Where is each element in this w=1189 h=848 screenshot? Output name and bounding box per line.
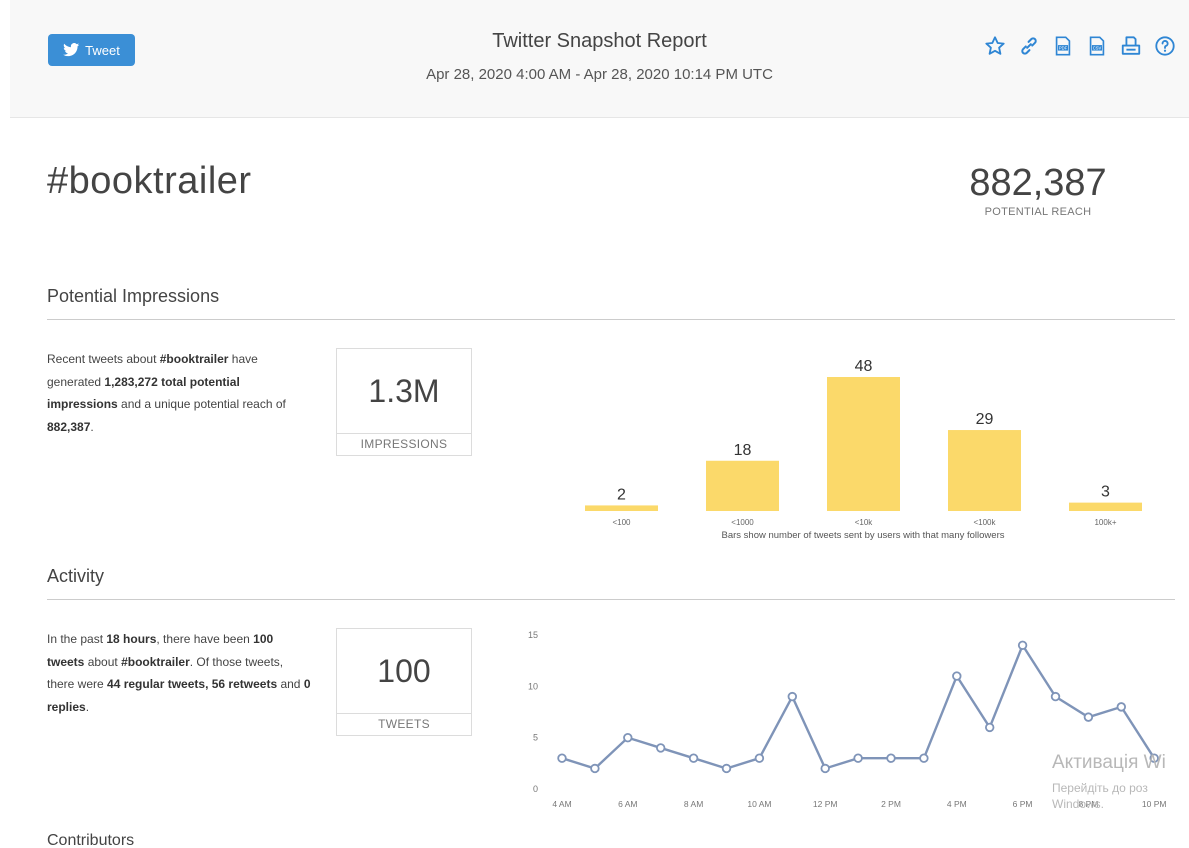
hashtag-title: #booktrailer <box>47 160 252 202</box>
x-tick-label: 4 AM <box>552 799 571 809</box>
report-header: Tweet Twitter Snapshot Report Apr 28, 20… <box>10 0 1189 118</box>
x-tick-label: 4 PM <box>947 799 967 809</box>
impressions-divider <box>47 319 1175 320</box>
data-point <box>985 722 995 733</box>
impressions-stat-box: 1.3M IMPRESSIONS <box>336 348 472 456</box>
tweets-stat-label: TWEETS <box>337 713 471 735</box>
data-point <box>820 763 830 774</box>
bar <box>948 430 1021 511</box>
bar-value-label: 48 <box>855 358 873 375</box>
contributors-section-title: Contributors <box>47 832 135 848</box>
svg-text:CSV: CSV <box>1093 45 1102 50</box>
windows-activation-hint: Перейдіть до роз Windows. <box>1052 781 1148 811</box>
data-point <box>853 753 863 763</box>
activity-section-title: Activity <box>47 566 105 586</box>
followers-bar-chart: 2 <100 18 <1000 48 <10k 29 <100k 3 100k+ Bars show… <box>585 358 1142 541</box>
data-point <box>623 732 633 743</box>
pdf-download-button[interactable]: PDF <box>1051 34 1075 58</box>
csv-icon: CSV <box>1089 36 1105 56</box>
share-link-button[interactable] <box>1017 34 1041 58</box>
svg-text:PDF: PDF <box>1059 45 1068 50</box>
tweets-stat-box: 100 TWEETS <box>336 628 472 736</box>
data-point <box>787 691 797 702</box>
data-point <box>1116 702 1126 712</box>
print-button[interactable] <box>1119 34 1143 58</box>
x-tick-label: 6 AM <box>618 799 637 809</box>
y-tick-label: 10 <box>528 681 538 691</box>
y-tick-label: 15 <box>528 630 538 640</box>
impressions-stat-label: IMPRESSIONS <box>337 433 471 455</box>
bar-category-label: <100k <box>973 518 996 527</box>
print-icon <box>1121 36 1141 55</box>
data-point <box>952 671 962 681</box>
data-point <box>688 753 699 763</box>
data-point <box>1050 691 1061 702</box>
tweets-stat-value: 100 <box>377 653 431 689</box>
bar-value-label: 29 <box>976 411 994 428</box>
bar-value-label: 3 <box>1101 484 1110 501</box>
report-date-range: Apr 28, 2020 4:00 AM - Apr 28, 2020 10:1… <box>426 66 773 83</box>
data-point <box>721 763 732 774</box>
potential-reach-value: 882,387 <box>969 162 1107 204</box>
bar <box>706 460 779 511</box>
link-icon <box>1021 37 1037 55</box>
csv-download-button[interactable]: CSV <box>1085 34 1109 58</box>
bar-category-label: <10k <box>855 518 874 527</box>
bar-chart-caption: Bars show number of tweets sent by users… <box>721 530 1004 541</box>
x-tick-label: 6 PM <box>1013 799 1033 809</box>
y-tick-label: 5 <box>533 733 538 743</box>
help-button[interactable] <box>1153 34 1177 58</box>
data-point <box>1083 712 1094 722</box>
impressions-section-title: Potential Impressions <box>47 286 220 306</box>
data-point <box>557 753 567 763</box>
favorite-button[interactable] <box>983 34 1007 58</box>
windows-activation-watermark: Активація Wi <box>1052 752 1166 773</box>
x-tick-label: 2 PM <box>881 799 901 809</box>
bar-value-label: 18 <box>734 442 752 459</box>
activity-divider <box>47 599 1175 600</box>
star-icon <box>985 36 1005 55</box>
bar <box>585 505 658 511</box>
bar-category-label: <1000 <box>731 518 754 527</box>
report-toolbar: PDF CSV <box>983 34 1177 58</box>
help-icon <box>1155 36 1175 56</box>
data-point <box>655 743 666 753</box>
impressions-stat-value: 1.3M <box>368 373 440 409</box>
activity-description: In the past 18 hours, there have been 10… <box>47 632 311 714</box>
bar-category-label: 100k+ <box>1094 518 1116 527</box>
potential-reach-label: POTENTIAL REACH <box>984 206 1092 218</box>
bar <box>1069 502 1142 511</box>
data-point <box>590 763 600 774</box>
data-point <box>754 753 765 763</box>
x-tick-label: 12 PM <box>813 799 838 809</box>
bar <box>827 377 900 511</box>
y-tick-label: 0 <box>533 784 538 794</box>
x-tick-label: 10 AM <box>747 799 771 809</box>
bar-value-label: 2 <box>617 486 626 503</box>
data-point <box>919 753 929 763</box>
pdf-icon: PDF <box>1055 36 1071 56</box>
impressions-description: Recent tweets about #booktrailer have ge… <box>47 352 286 434</box>
activity-series-line <box>561 642 1156 770</box>
bar-category-label: <100 <box>612 518 631 527</box>
data-point <box>1017 640 1028 650</box>
data-point <box>886 753 896 763</box>
x-tick-label: 8 AM <box>684 799 703 809</box>
